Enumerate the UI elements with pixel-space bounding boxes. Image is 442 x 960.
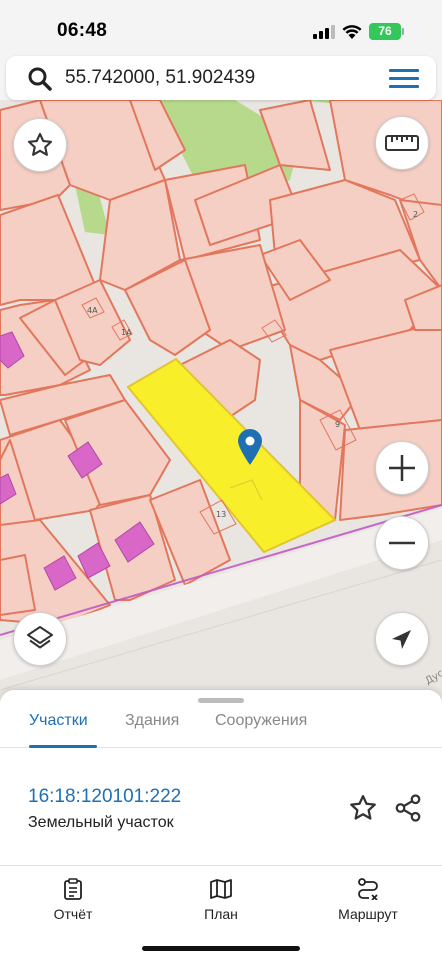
nav-plan-label: План	[204, 906, 238, 922]
report-icon	[64, 878, 82, 900]
house-number-label: 2	[413, 210, 419, 219]
plus-icon	[389, 455, 415, 481]
hamburger-menu-icon[interactable]	[389, 69, 419, 89]
status-bar: 06:48 76	[0, 0, 442, 56]
nav-report-label: Отчёт	[53, 906, 93, 922]
house-number-label: 13	[216, 510, 227, 519]
route-icon	[358, 878, 378, 900]
minus-icon	[389, 541, 415, 545]
share-icon[interactable]	[393, 793, 423, 823]
nav-route[interactable]: Маршрут	[313, 878, 423, 922]
home-indicator	[142, 946, 300, 951]
wifi-icon	[342, 25, 362, 39]
tab-structures[interactable]: Сооружения	[215, 712, 307, 730]
navigation-arrow-icon	[392, 630, 411, 649]
favorite-map-button[interactable]	[13, 118, 67, 172]
location-marker-icon[interactable]	[237, 428, 263, 466]
tab-parcels[interactable]: Участки	[29, 712, 88, 730]
favorite-star-icon[interactable]	[348, 793, 378, 823]
nav-plan[interactable]: План	[166, 878, 276, 922]
layers-button[interactable]	[13, 612, 67, 666]
house-number-label: 9	[335, 420, 341, 429]
battery-level: 76	[369, 23, 401, 40]
star-outline-icon	[27, 132, 53, 156]
category-tabs: Участки Здания Сооружения	[0, 702, 442, 748]
map-plan-icon	[210, 879, 232, 899]
tab-buildings[interactable]: Здания	[125, 712, 179, 730]
status-time: 06:48	[57, 20, 108, 41]
cadastral-map[interactable]: 4А 1А 2 9 13 Дус	[0, 100, 442, 700]
app-screen: 06:48 76 55.742000, 51.902439 4А 1А 2 9 …	[0, 0, 442, 960]
zoom-out-button[interactable]	[375, 516, 429, 570]
map-canvas[interactable]	[0, 100, 442, 700]
ruler-button[interactable]	[375, 116, 429, 170]
search-bar[interactable]: 55.742000, 51.902439	[6, 56, 436, 100]
nav-route-label: Маршрут	[338, 906, 398, 922]
layers-icon	[27, 626, 53, 649]
parcel-type: Земельный участок	[28, 814, 174, 831]
search-input[interactable]: 55.742000, 51.902439	[65, 67, 255, 89]
bottom-navigation: Отчёт План Маршрут	[0, 866, 442, 960]
search-icon[interactable]	[27, 66, 53, 92]
ruler-icon	[385, 135, 419, 151]
my-location-button[interactable]	[375, 612, 429, 666]
zoom-in-button[interactable]	[375, 441, 429, 495]
nav-report[interactable]: Отчёт	[18, 878, 128, 922]
house-number-label: 1А	[121, 328, 132, 337]
battery-tip	[402, 28, 404, 35]
cellular-signal-icon	[313, 25, 335, 39]
house-number-label: 4А	[87, 306, 98, 315]
cadastral-number[interactable]: 16:18:120101:222	[28, 786, 181, 808]
active-tab-indicator	[29, 745, 97, 748]
